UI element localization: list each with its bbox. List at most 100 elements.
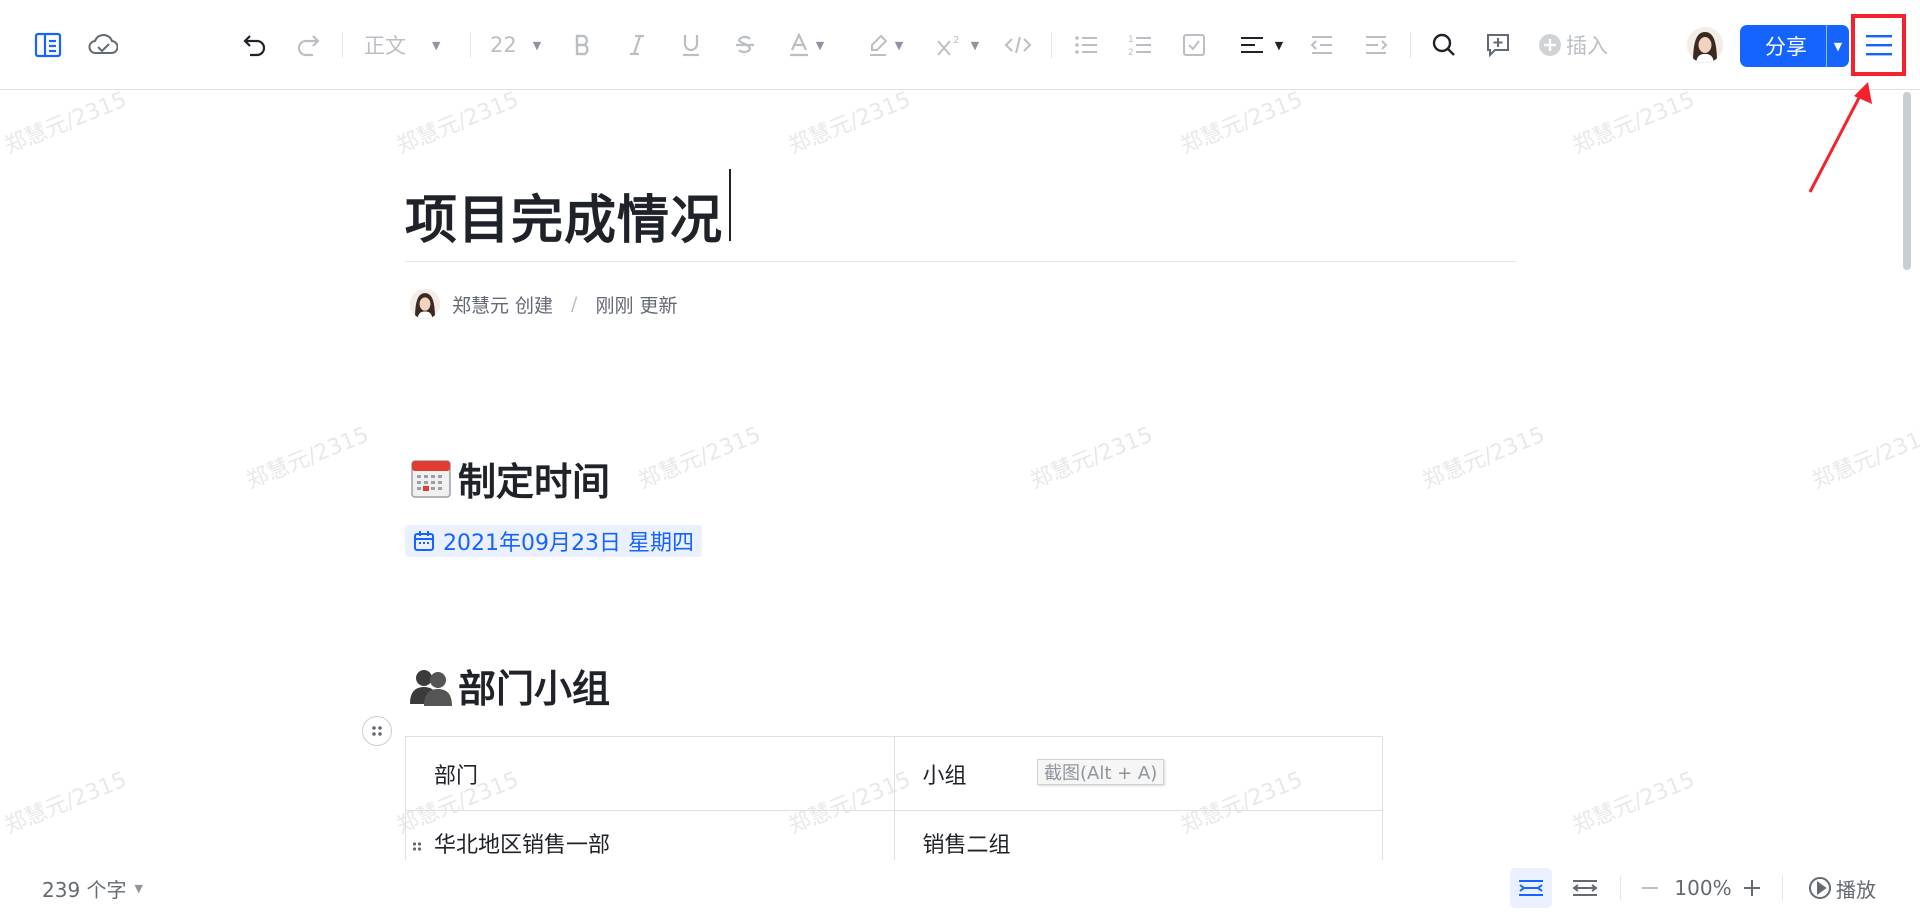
zoom-level[interactable]: 100% — [1670, 868, 1736, 908]
word-count-text: 239 个字 — [42, 878, 127, 902]
watermark: 郑慧元/2315 — [0, 87, 131, 160]
svg-text:2: 2 — [1128, 48, 1134, 57]
watermark: 郑慧元/2315 — [0, 767, 131, 840]
user-avatar[interactable] — [1687, 27, 1723, 63]
chevron-down-icon: ▼ — [815, 38, 825, 52]
italic-icon[interactable] — [619, 27, 655, 63]
heading-text: 部门小组 — [458, 666, 611, 711]
insert-button[interactable]: 插入 — [1538, 27, 1618, 63]
insert-label: 插入 — [1566, 34, 1608, 58]
align-button[interactable]: ▼ — [1232, 27, 1292, 63]
table-header-row: 部门 小组 — [405, 736, 1383, 811]
cloud-saved-icon[interactable] — [85, 27, 121, 63]
watermark: 郑慧元/2315 — [1418, 422, 1549, 495]
author-created-text[interactable]: 郑慧元 创建 — [452, 291, 553, 318]
vertical-scrollbar[interactable] — [1903, 92, 1911, 270]
zoom-in-button[interactable] — [1738, 868, 1766, 908]
present-button[interactable]: 播放 — [1800, 868, 1884, 908]
zoom-value: 100% — [1674, 876, 1732, 900]
table-cell[interactable]: 销售二组 — [893, 810, 1383, 865]
chevron-down-icon: ▼ — [532, 38, 542, 52]
watermark: 郑慧元/2315 — [784, 87, 915, 160]
share-button[interactable]: 分享 ▼ — [1740, 25, 1849, 67]
bullet-list-icon[interactable] — [1068, 27, 1104, 63]
full-width-button[interactable] — [1564, 868, 1606, 908]
chevron-down-icon: ▼ — [134, 882, 143, 895]
align-left-icon — [1240, 37, 1263, 53]
narrow-width-button[interactable] — [1510, 868, 1552, 908]
bold-icon[interactable] — [565, 27, 601, 63]
toolbar-divider — [470, 32, 471, 58]
author-avatar[interactable] — [410, 289, 440, 319]
superscript-icon: 2 — [937, 35, 959, 56]
chevron-down-icon: ▼ — [1274, 38, 1284, 52]
underline-icon[interactable] — [673, 27, 709, 63]
play-icon — [1809, 877, 1831, 899]
watermark: 郑慧元/2315 — [1808, 422, 1920, 495]
search-icon[interactable] — [1426, 27, 1462, 63]
watermark: 郑慧元/2315 — [1568, 87, 1699, 160]
paragraph-style-value: 正文 — [364, 34, 406, 58]
department-table: 部门 小组 华北地区销售一部 销售二组 — [405, 736, 1383, 865]
chevron-down-icon: ▼ — [432, 38, 441, 52]
status-divider — [1782, 876, 1783, 900]
undo-icon[interactable] — [237, 27, 273, 63]
redo-icon[interactable] — [290, 27, 326, 63]
chevron-down-icon: ▼ — [970, 38, 980, 52]
font-size-value: 22 — [490, 33, 517, 57]
text-cursor — [729, 169, 731, 241]
watermark: 郑慧元/2315 — [1026, 422, 1157, 495]
svg-text:2: 2 — [953, 35, 959, 46]
table-cell[interactable]: 部门 — [405, 736, 895, 811]
heading-text: 制定时间 — [458, 459, 611, 504]
table-cell[interactable]: 华北地区销售一部 — [405, 810, 895, 865]
document-title[interactable]: 项目完成情况 — [405, 178, 723, 253]
chevron-down-icon: ▼ — [894, 38, 904, 52]
chevron-down-icon[interactable]: ▼ — [1827, 40, 1849, 53]
title-divider — [405, 261, 1516, 262]
zoom-out-button[interactable] — [1636, 868, 1664, 908]
watermark: 郑慧元/2315 — [242, 422, 373, 495]
drag-dots-icon — [372, 726, 382, 736]
row-drag-icon[interactable] — [412, 836, 422, 861]
word-count-button[interactable]: 239 个字 ▼ — [42, 874, 143, 903]
highlight-button[interactable]: ▼ — [860, 27, 910, 63]
meta-separator: / — [571, 293, 578, 315]
heading-department-group[interactable]: 部门小组 — [410, 661, 610, 711]
document-meta: 郑慧元 创建 / 刚刚 更新 — [410, 287, 678, 321]
plus-icon — [1744, 880, 1760, 896]
block-drag-handle[interactable] — [362, 716, 392, 746]
watermark: 郑慧元/2315 — [392, 87, 523, 160]
hamburger-menu-icon — [1865, 35, 1892, 56]
toolbar-divider — [1051, 32, 1052, 58]
compress-width-icon — [1519, 880, 1543, 896]
indent-icon[interactable] — [1358, 27, 1394, 63]
updated-time-text: 刚刚 更新 — [595, 294, 678, 317]
screenshot-tooltip: 截图(Alt + A) — [1037, 759, 1165, 785]
font-color-icon — [789, 33, 808, 57]
outline-sidebar-icon[interactable] — [30, 27, 66, 63]
editor-toolbar: 正文 ▼ 22 ▼ ▼ ▼ 2 ▼ 12 ▼ 插入 分享 ▼ — [0, 0, 1920, 90]
toolbar-divider — [342, 32, 343, 58]
strikethrough-icon[interactable] — [727, 27, 763, 63]
share-label: 分享 — [1765, 35, 1807, 59]
outdent-icon[interactable] — [1304, 27, 1340, 63]
cell-text: 华北地区销售一部 — [434, 833, 611, 858]
date-text: 2021年09月23日 星期四 — [443, 531, 694, 556]
calendar-emoji-icon — [411, 460, 451, 498]
calendar-icon — [414, 531, 434, 551]
add-comment-icon[interactable] — [1480, 27, 1516, 63]
task-list-icon[interactable] — [1176, 27, 1212, 63]
superscript-button[interactable]: 2 ▼ — [930, 27, 984, 63]
paragraph-style-select[interactable]: 正文 ▼ — [364, 27, 456, 63]
highlight-icon — [869, 34, 888, 56]
date-mention-chip[interactable]: 2021年09月23日 星期四 — [405, 525, 702, 557]
toolbar-divider — [1410, 32, 1411, 58]
font-color-button[interactable]: ▼ — [781, 27, 831, 63]
heading-schedule-time[interactable]: 制定时间 — [410, 454, 610, 504]
watermark: 郑慧元/2315 — [634, 422, 765, 495]
font-size-select[interactable]: 22 ▼ — [490, 27, 550, 63]
more-menu-button[interactable] — [1851, 14, 1906, 76]
numbered-list-icon[interactable]: 12 — [1122, 27, 1158, 63]
inline-code-icon[interactable] — [1000, 27, 1036, 63]
